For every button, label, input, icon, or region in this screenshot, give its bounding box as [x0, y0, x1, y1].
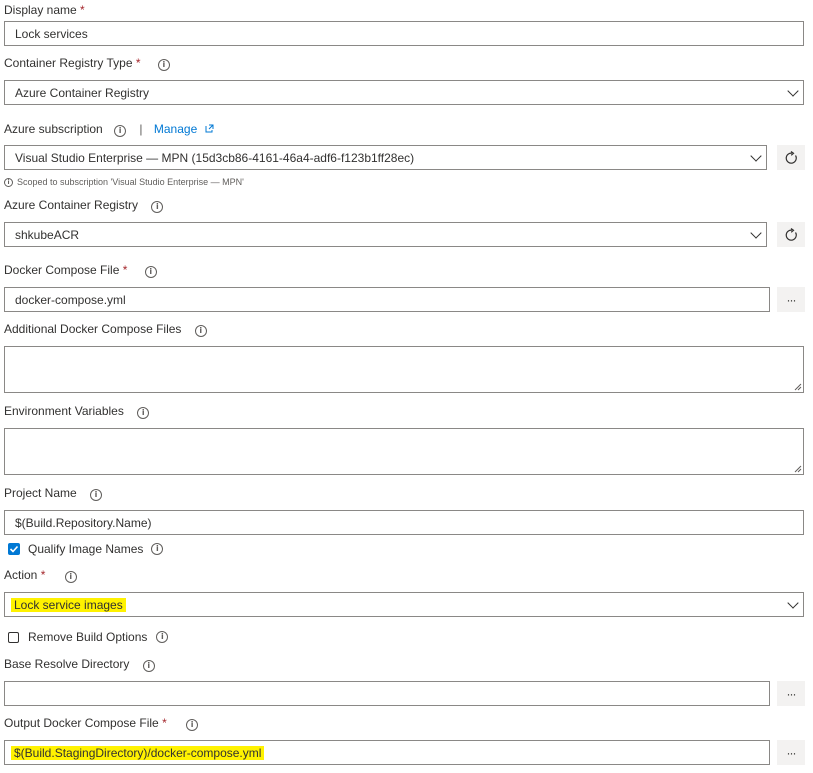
external-link-icon: [205, 124, 214, 133]
info-icon[interactable]: i: [137, 407, 150, 419]
info-icon[interactable]: i: [156, 631, 169, 643]
project-name-input[interactable]: $(Build.Repository.Name): [4, 510, 804, 535]
display-name-label: Display name *: [4, 3, 85, 17]
env-vars-label: Environment Variables i: [4, 404, 150, 419]
manage-link-text: Manage: [153, 122, 198, 136]
compose-file-value: docker-compose.yml: [15, 292, 126, 307]
registry-type-select[interactable]: Azure Container Registry: [4, 80, 804, 105]
output-compose-file-value: $(Build.StagingDirectory)/docker-compose…: [11, 745, 265, 760]
refresh-icon: [785, 150, 797, 164]
acr-label: Azure Container Registry i: [4, 198, 164, 213]
chevron-down-icon: [750, 226, 762, 239]
action-value: Lock service images: [11, 597, 126, 612]
checkbox-checked[interactable]: [8, 543, 20, 555]
separator: |: [139, 122, 143, 136]
additional-files-textarea[interactable]: [4, 346, 804, 393]
more-icon: ···: [786, 686, 797, 701]
subscription-label-text: Azure subscription: [4, 122, 103, 136]
acr-value: shkubeACR: [15, 227, 80, 242]
info-icon[interactable]: i: [151, 543, 164, 555]
display-name-value: Lock services: [15, 26, 88, 41]
required-marker: *: [122, 263, 128, 277]
manage-link[interactable]: Manage: [154, 122, 214, 136]
info-icon[interactable]: i: [64, 571, 77, 583]
browse-compose-file-button[interactable]: ···: [777, 287, 805, 312]
additional-files-label: Additional Docker Compose Files i: [4, 322, 207, 337]
refresh-acr-button[interactable]: [777, 222, 805, 247]
info-icon[interactable]: i: [151, 201, 164, 213]
info-icon: i: [4, 177, 13, 187]
required-marker: *: [162, 716, 167, 730]
chevron-down-icon: [787, 596, 799, 609]
info-icon[interactable]: i: [186, 719, 199, 731]
info-icon[interactable]: i: [114, 125, 127, 137]
env-vars-label-text: Environment Variables: [4, 404, 124, 418]
action-label-text: Action: [4, 568, 38, 582]
action-label: Action * i: [4, 568, 77, 583]
info-icon[interactable]: i: [90, 489, 103, 501]
chevron-down-icon: [787, 84, 799, 97]
info-icon[interactable]: i: [194, 325, 207, 337]
base-resolve-dir-label-text: Base Resolve Directory: [4, 657, 130, 671]
refresh-subscription-button[interactable]: [777, 145, 805, 170]
env-vars-textarea[interactable]: [4, 428, 804, 475]
additional-files-label-text: Additional Docker Compose Files: [4, 322, 182, 336]
base-resolve-dir-label: Base Resolve Directory i: [4, 657, 155, 672]
subscription-select[interactable]: Visual Studio Enterprise — MPN (15d3cb86…: [4, 145, 767, 170]
acr-select[interactable]: shkubeACR: [4, 222, 767, 247]
scoped-note-text: Scoped to subscription 'Visual Studio En…: [17, 177, 244, 187]
info-icon[interactable]: i: [144, 266, 157, 278]
base-resolve-dir-input[interactable]: [4, 681, 770, 706]
registry-type-value: Azure Container Registry: [15, 85, 150, 100]
qualify-images-label: Qualify Image Names: [28, 542, 144, 556]
display-name-label-text: Display name: [4, 3, 77, 17]
required-marker: *: [80, 3, 85, 17]
info-icon[interactable]: i: [142, 660, 155, 672]
project-name-label: Project Name i: [4, 486, 103, 501]
resize-grip-icon[interactable]: [794, 383, 802, 391]
display-name-input[interactable]: Lock services: [4, 21, 804, 46]
checkbox-unchecked[interactable]: [8, 631, 19, 643]
chevron-down-icon: [750, 149, 762, 162]
output-compose-file-label: Output Docker Compose File * i: [4, 716, 199, 731]
required-marker: *: [135, 56, 141, 70]
subscription-label: Azure subscription i | Manage: [4, 122, 214, 137]
registry-type-label: Container Registry Type * i: [4, 56, 170, 71]
info-icon[interactable]: i: [157, 59, 170, 71]
qualify-images-checkbox[interactable]: Qualify Image Names i: [8, 542, 164, 556]
acr-label-text: Azure Container Registry: [4, 198, 139, 212]
checkmark-icon: [9, 545, 19, 553]
subscription-value: Visual Studio Enterprise — MPN (15d3cb86…: [15, 150, 415, 165]
more-icon: ···: [786, 292, 797, 307]
scoped-note: i Scoped to subscription 'Visual Studio …: [4, 177, 244, 187]
output-compose-file-input[interactable]: $(Build.StagingDirectory)/docker-compose…: [4, 740, 770, 765]
remove-build-options-checkbox[interactable]: Remove Build Options i: [8, 630, 169, 644]
resize-grip-icon[interactable]: [794, 465, 802, 473]
output-compose-file-label-text: Output Docker Compose File: [4, 716, 159, 730]
action-select[interactable]: Lock service images: [4, 592, 804, 617]
project-name-label-text: Project Name: [4, 486, 77, 500]
refresh-icon: [785, 227, 797, 241]
more-icon: ···: [786, 745, 797, 760]
compose-file-label-text: Docker Compose File: [4, 263, 120, 277]
remove-build-options-label: Remove Build Options: [28, 630, 148, 644]
browse-base-resolve-dir-button[interactable]: ···: [777, 681, 805, 706]
compose-file-input[interactable]: docker-compose.yml: [4, 287, 770, 312]
registry-type-label-text: Container Registry Type: [4, 56, 133, 70]
compose-file-label: Docker Compose File * i: [4, 263, 157, 278]
project-name-value: $(Build.Repository.Name): [15, 515, 152, 530]
browse-output-compose-file-button[interactable]: ···: [777, 740, 805, 765]
required-marker: *: [40, 568, 46, 582]
